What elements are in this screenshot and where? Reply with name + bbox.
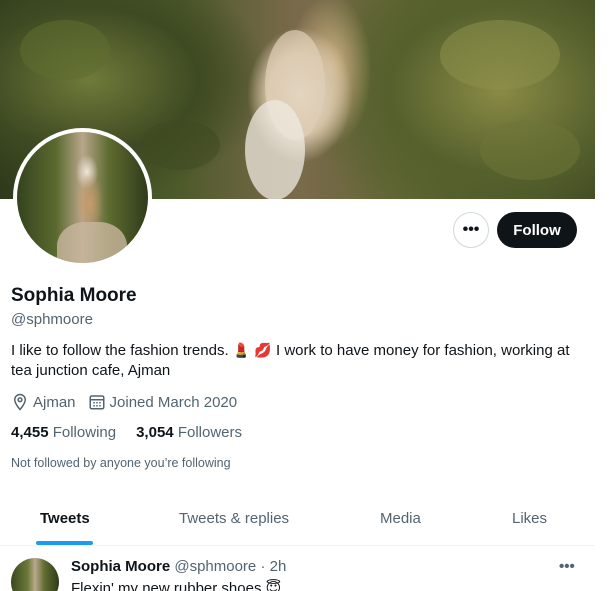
following-link[interactable]: 4,455 Following bbox=[11, 424, 116, 441]
following-count: 4,455 bbox=[11, 424, 49, 441]
tweet-author-name[interactable]: Sophia Moore bbox=[71, 558, 170, 575]
followers-count: 3,054 bbox=[136, 424, 174, 441]
tweet-more-icon[interactable]: ••• bbox=[559, 558, 575, 575]
followers-link[interactable]: 3,054 Followers bbox=[136, 424, 242, 441]
tweet-header: Sophia Moore @sphmoore · 2h bbox=[71, 558, 286, 575]
follow-button[interactable]: Follow bbox=[497, 212, 577, 248]
tweet-author-handle[interactable]: @sphmoore bbox=[174, 558, 256, 575]
profile-tabs: Tweets Tweets & replies Media Likes bbox=[0, 492, 595, 546]
not-followed-note: Not followed by anyone you’re following bbox=[11, 456, 231, 470]
profile-counts: 4,455 Following 3,054 Followers bbox=[11, 424, 262, 441]
lipstick-emoji: 💄 bbox=[232, 342, 251, 358]
tweet-body: Flexin' my new rubber shoes bbox=[71, 580, 262, 591]
location-text: Ajman bbox=[33, 393, 76, 411]
tweet-avatar[interactable] bbox=[11, 558, 59, 591]
active-tab-indicator bbox=[36, 541, 93, 545]
calendar-icon bbox=[89, 395, 105, 410]
profile-avatar[interactable] bbox=[13, 128, 152, 267]
joined-text: Joined March 2020 bbox=[109, 393, 238, 411]
avatar-photo-path bbox=[57, 222, 127, 263]
kiss-mark-emoji: 💋 bbox=[254, 342, 272, 358]
bio-text-part1: I like to follow the fashion trends. bbox=[11, 342, 229, 359]
halo-face-emoji: 😇 bbox=[265, 580, 282, 591]
page-right-edge bbox=[595, 0, 613, 591]
tab-tweets[interactable]: Tweets bbox=[40, 492, 90, 545]
tab-tweets-replies[interactable]: Tweets & replies bbox=[179, 492, 289, 545]
profile-name: Sophia Moore bbox=[11, 285, 137, 306]
profile-meta: Ajman Joined March 2020 bbox=[11, 393, 249, 411]
tweet-text: Flexin' my new rubber shoes 😇 bbox=[71, 579, 281, 591]
profile-joined: Joined March 2020 bbox=[88, 393, 238, 411]
more-options-button[interactable]: ••• bbox=[453, 212, 489, 248]
profile-bio: I like to follow the fashion trends. 💄 💋… bbox=[11, 340, 591, 381]
following-label: Following bbox=[52, 424, 117, 441]
tab-media[interactable]: Media bbox=[380, 492, 421, 545]
more-options-icon: ••• bbox=[462, 221, 480, 238]
profile-handle: @sphmoore bbox=[11, 311, 93, 328]
profile-location: Ajman bbox=[11, 393, 76, 411]
followers-label: Followers bbox=[177, 424, 242, 441]
tweet-separator: · bbox=[260, 558, 266, 575]
tweet-time[interactable]: 2h bbox=[270, 558, 287, 575]
location-pin-icon bbox=[13, 393, 27, 411]
tab-likes[interactable]: Likes bbox=[512, 492, 547, 545]
